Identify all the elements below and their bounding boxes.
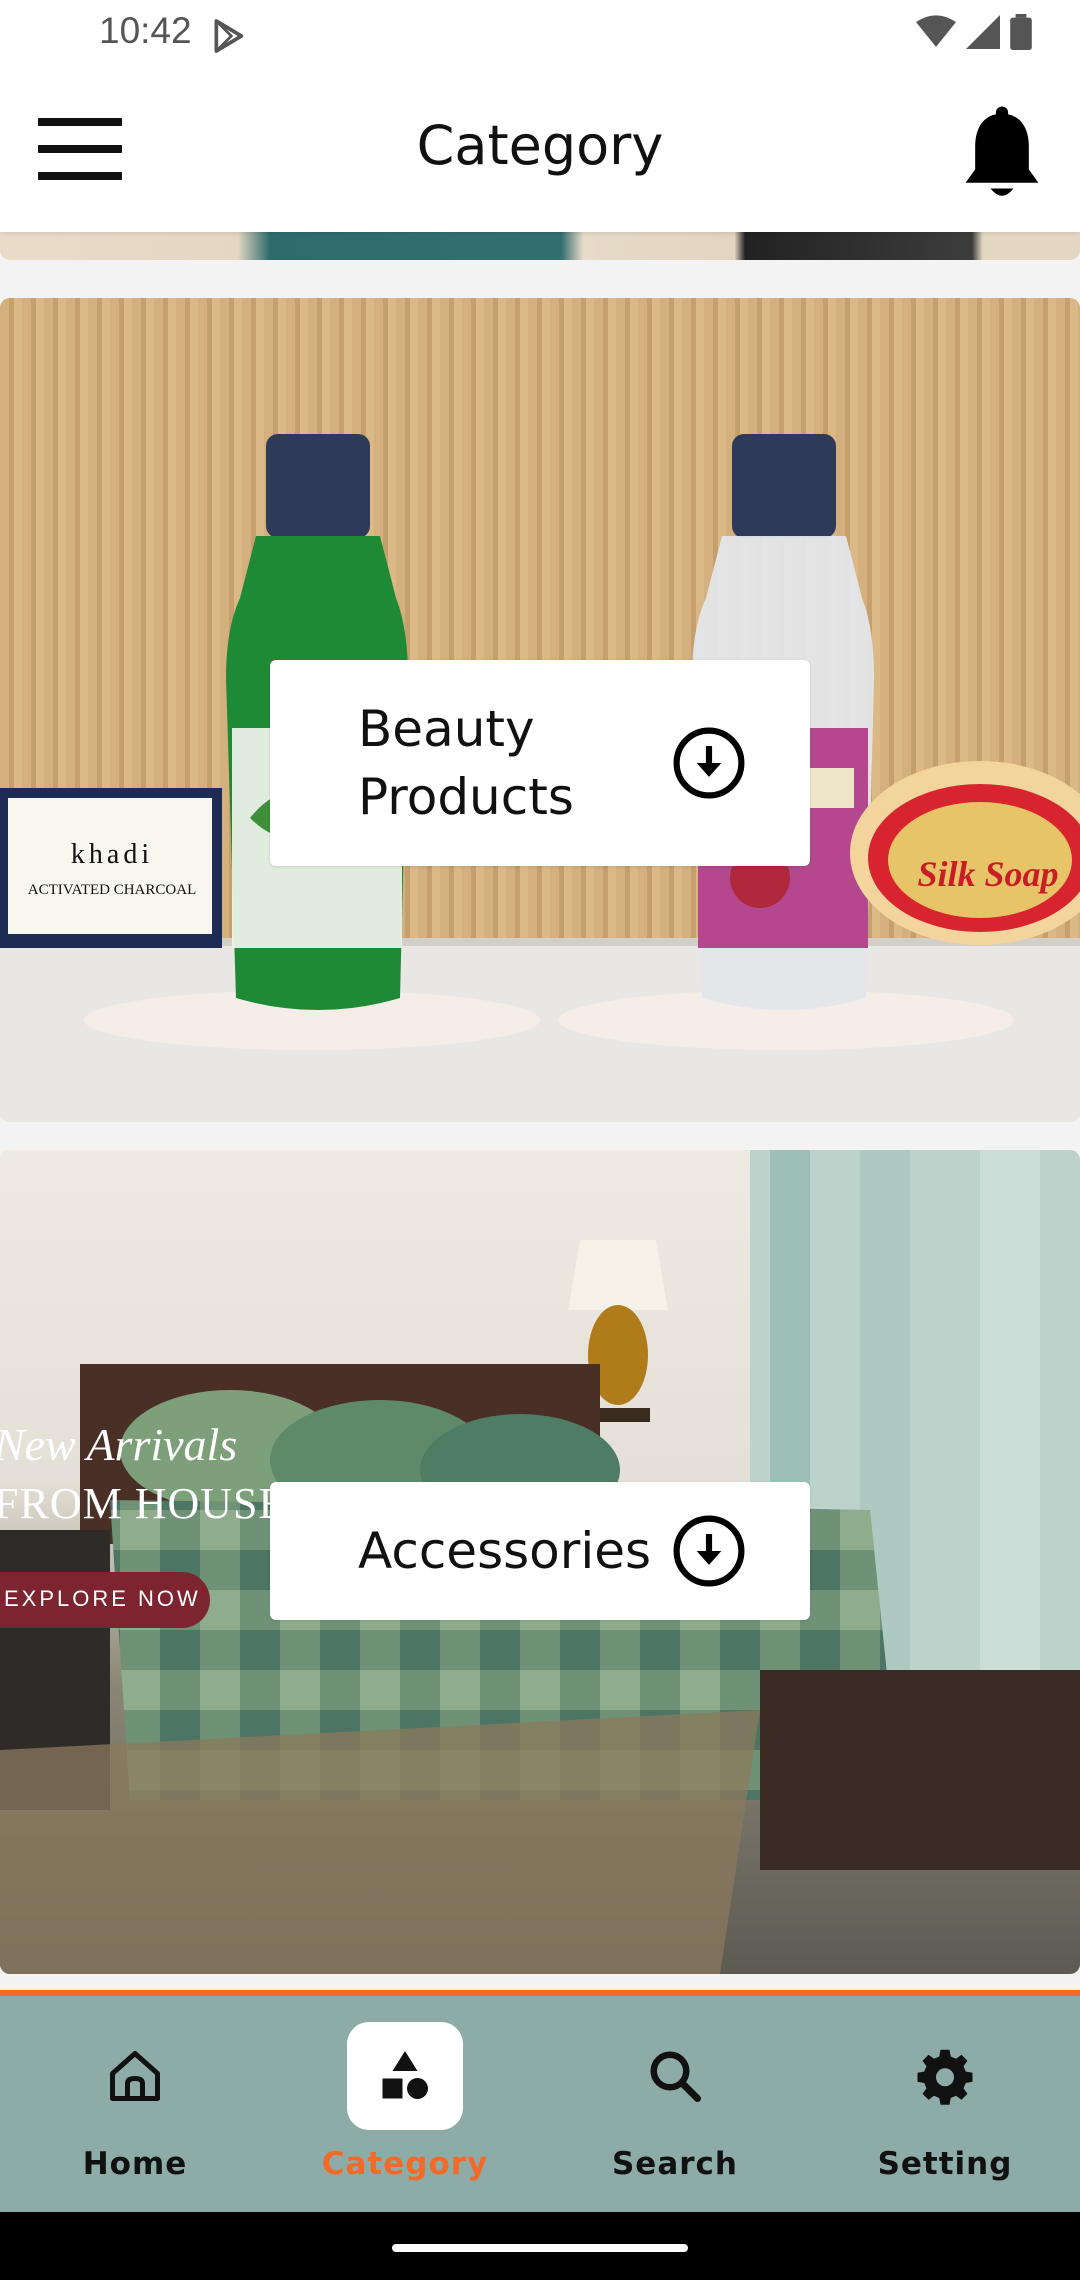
app-bar: Category [0, 66, 1080, 232]
nav-label-home: Home [82, 2146, 188, 2182]
gesture-area [0, 2212, 1080, 2280]
nav-label-category: Category [321, 2146, 489, 2182]
nav-setting[interactable]: Setting [810, 1996, 1080, 2212]
nav-search[interactable]: Search [540, 1996, 810, 2212]
charcoal-brand-text: khadi [71, 839, 153, 870]
category-card-beauty[interactable]: khadi ACTIVATED CHARCOAL Silk Soap Beaut… [0, 298, 1080, 1122]
charcoal-name-text: ACTIVATED CHARCOAL [28, 882, 196, 898]
status-time: 10:42 [99, 10, 192, 51]
silk-soap-text: Silk Soap [917, 854, 1058, 894]
nav-category[interactable]: Category [270, 1996, 540, 2212]
battery-icon [1010, 14, 1032, 50]
category-title: Beauty Products [358, 700, 574, 826]
search-icon [650, 2051, 701, 2102]
explore-now-button[interactable]: EXPLORE NOW [0, 1572, 210, 1628]
download-circle-icon[interactable] [672, 1514, 746, 1588]
page-title: Category [416, 114, 664, 177]
play-store-icon [214, 19, 244, 53]
gear-icon [917, 2049, 973, 2105]
nav-label-search: Search [611, 2146, 738, 2182]
home-icon [110, 2051, 160, 2101]
nav-home[interactable]: Home [0, 1996, 270, 2212]
promo-new-arrivals: New Arrivals [0, 1419, 238, 1470]
home-gesture-bar[interactable] [392, 2244, 688, 2252]
category-card-accessories[interactable]: Accessories [0, 1150, 1080, 1974]
status-icons [916, 14, 1032, 50]
status-bar: 10:42 [0, 0, 1080, 66]
category-icon [382, 2051, 428, 2099]
category-label-beauty[interactable]: Beauty Products [270, 660, 810, 866]
notification-bell-icon[interactable] [956, 104, 1048, 204]
nav-label-setting: Setting [877, 2146, 1013, 2182]
promo-headline: FROM HOUSE TO HOME [0, 1479, 504, 1528]
wifi-icon [916, 15, 956, 48]
category-list[interactable]: khadi ACTIVATED CHARCOAL Silk Soap Beaut… [0, 232, 1080, 1992]
category-card-partial[interactable] [0, 232, 1080, 260]
bottom-navigation: Home Category Search Setting [0, 1990, 1080, 2212]
download-circle-icon[interactable] [672, 726, 746, 800]
signal-icon [966, 15, 1000, 49]
